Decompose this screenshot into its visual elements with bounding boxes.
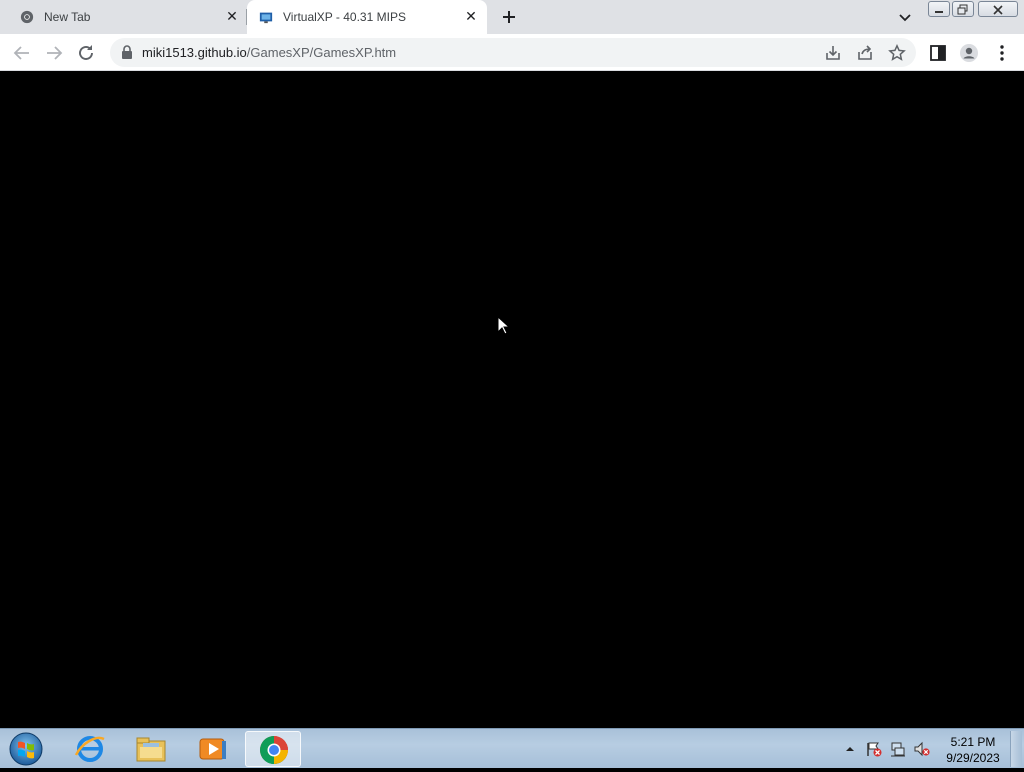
clock-time: 5:21 PM [950, 735, 996, 749]
side-panel-icon[interactable] [928, 43, 948, 63]
install-app-icon[interactable] [824, 44, 842, 62]
network-icon[interactable] [890, 741, 906, 757]
clock-date: 9/29/2023 [946, 751, 1000, 765]
file-explorer-icon [136, 737, 166, 762]
media-player-icon [199, 738, 226, 760]
minimize-icon [935, 11, 943, 13]
close-tab-icon[interactable]: ✕ [463, 9, 479, 25]
taskbar-app-internet-explorer[interactable] [62, 731, 118, 767]
new-tab-button[interactable] [498, 6, 520, 28]
browser-toolbar: miki1513.github.io/GamesXP/GamesXP.htm [0, 34, 1024, 71]
show-desktop-button[interactable] [1010, 731, 1022, 767]
start-orb-icon[interactable] [6, 731, 46, 767]
close-tab-icon[interactable]: ✕ [224, 9, 240, 25]
action-center-flag-icon[interactable] [866, 741, 882, 757]
chrome-icon [260, 736, 288, 764]
tab-new-tab[interactable]: New Tab ✕ [0, 0, 246, 34]
bookmark-star-icon[interactable] [888, 44, 906, 62]
tab-strip: New Tab ✕ VirtualXP - 40.31 MIPS ✕ [0, 0, 1024, 34]
taskbar-app-file-explorer[interactable] [123, 731, 179, 767]
taskbar-app-chrome[interactable] [245, 731, 301, 767]
volume-muted-icon[interactable] [914, 741, 930, 757]
system-clock[interactable]: 5:21 PM 9/29/2023 [940, 734, 1006, 766]
close-icon [993, 5, 1003, 15]
profile-avatar-icon[interactable] [959, 43, 979, 63]
back-arrow-icon[interactable] [10, 41, 34, 65]
restore-icon [957, 4, 968, 15]
tab-title: New Tab [44, 10, 91, 24]
internet-explorer-icon [74, 736, 105, 762]
show-hidden-icons-icon[interactable] [843, 741, 857, 757]
minimize-button[interactable] [928, 1, 950, 17]
close-window-button[interactable] [978, 1, 1018, 17]
lock-icon[interactable] [120, 45, 134, 60]
restore-button[interactable] [952, 1, 974, 17]
url-host: miki1513.github.io [142, 45, 247, 60]
share-icon[interactable] [856, 44, 874, 62]
reload-icon[interactable] [74, 41, 98, 65]
taskbar-app-media-player[interactable] [184, 731, 240, 767]
chrome-icon [20, 10, 34, 24]
url-path: /GamesXP/GamesXP.htm [246, 45, 397, 60]
forward-arrow-icon[interactable] [42, 41, 66, 65]
tab-virtualxp[interactable]: VirtualXP - 40.31 MIPS ✕ [247, 0, 487, 34]
tab-title: VirtualXP - 40.31 MIPS [283, 10, 406, 24]
chevron-down-icon[interactable] [894, 6, 916, 28]
plus-icon [503, 11, 515, 23]
emulator-canvas[interactable] [0, 71, 1024, 728]
more-menu-icon[interactable] [992, 43, 1012, 63]
url-text[interactable]: miki1513.github.io/GamesXP/GamesXP.htm [142, 45, 396, 60]
mouse-cursor-icon [497, 316, 509, 335]
virtualxp-icon [259, 12, 273, 24]
address-bar[interactable]: miki1513.github.io/GamesXP/GamesXP.htm [110, 38, 916, 67]
window-controls [928, 0, 1020, 18]
windows-taskbar: 5:21 PM 9/29/2023 [0, 728, 1024, 768]
